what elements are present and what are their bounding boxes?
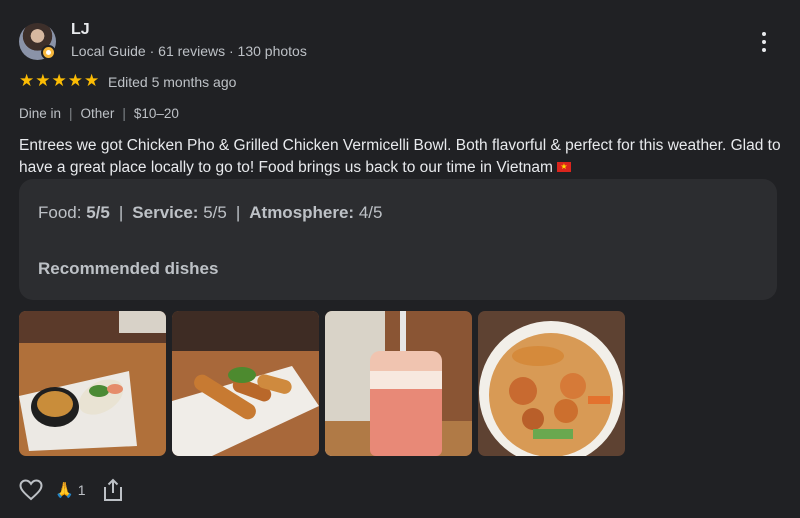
heart-icon[interactable] xyxy=(19,478,43,502)
meal-type: Other xyxy=(80,106,115,121)
food-rating: Food: 5/5 xyxy=(38,203,110,222)
reaction-button[interactable]: 🙏 1 xyxy=(55,481,85,499)
review-actions: 🙏 1 xyxy=(19,478,125,502)
star-rating: ★ ★ ★ ★ ★ xyxy=(19,72,99,90)
price-range: $10–20 xyxy=(133,106,179,121)
star-icon: ★ xyxy=(19,71,35,90)
atmosphere-rating: Atmosphere: 4/5 xyxy=(249,203,383,222)
vermicelli-bowl-photo[interactable] xyxy=(478,311,625,456)
local-guide-label: Local Guide xyxy=(71,43,146,59)
more-options-icon[interactable] xyxy=(754,30,774,54)
review-count: 61 reviews xyxy=(158,43,226,59)
attribute-ratings-card: Food: 5/5 | Service: 5/5 | Atmosphere: 4… xyxy=(19,179,777,300)
praying-hands-icon: 🙏 xyxy=(55,482,74,499)
reviewer-stats: Local Guide · 61 reviews · 130 photos xyxy=(71,43,307,59)
star-icon: ★ xyxy=(67,71,83,90)
visit-details: Dine in | Other | $10–20 xyxy=(19,106,179,121)
review-text: Entrees we got Chicken Pho & Grilled Chi… xyxy=(19,137,781,176)
edited-timestamp: Edited 5 months ago xyxy=(108,74,237,90)
service-rating: Service: 5/5 xyxy=(132,203,227,222)
vietnam-flag-icon: ★ xyxy=(556,161,571,172)
category-ratings: Food: 5/5 | Service: 5/5 | Atmosphere: 4… xyxy=(38,203,383,222)
star-icon: ★ xyxy=(84,71,100,90)
grilled-rolls-photo[interactable] xyxy=(172,311,319,456)
service-type: Dine in xyxy=(19,106,62,121)
reaction-count: 1 xyxy=(77,482,86,498)
recommended-dishes-label: Recommended dishes xyxy=(38,259,219,278)
local-guide-badge-icon xyxy=(41,45,56,60)
star-icon: ★ xyxy=(35,71,51,90)
share-icon[interactable] xyxy=(101,478,125,502)
photo-count: 130 photos xyxy=(237,43,307,59)
review-card: LJ Local Guide · 61 reviews · 130 photos… xyxy=(0,0,800,518)
reviewer-name[interactable]: LJ xyxy=(71,21,90,39)
pink-drink-photo[interactable] xyxy=(325,311,472,456)
star-icon: ★ xyxy=(51,71,67,90)
spring-rolls-photo[interactable] xyxy=(19,311,166,456)
